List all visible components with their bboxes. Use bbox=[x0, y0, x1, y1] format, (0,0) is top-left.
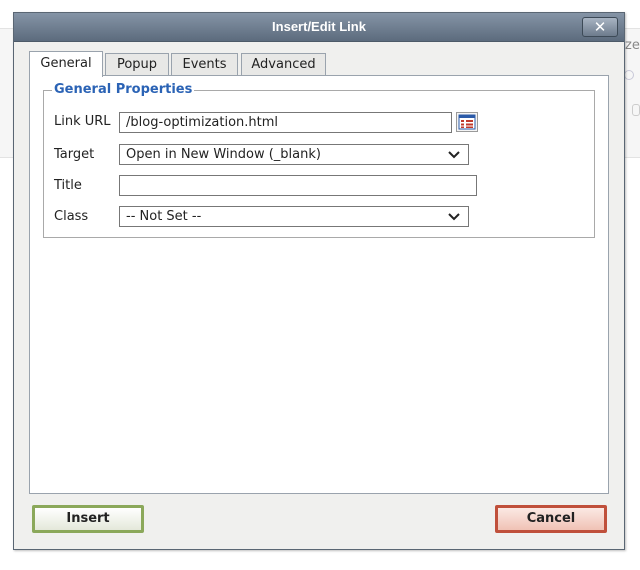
tab-events[interactable]: Events bbox=[171, 53, 238, 76]
browse-icon bbox=[458, 114, 476, 130]
tab-advanced[interactable]: Advanced bbox=[241, 53, 326, 76]
background-icon bbox=[624, 70, 634, 80]
target-select[interactable]: Open in New Window (_blank) bbox=[119, 144, 469, 165]
background-text: ze bbox=[625, 38, 640, 53]
general-tab-panel: General Properties Link URL /blog-optimi… bbox=[29, 75, 609, 494]
class-select-value: -- Not Set -- bbox=[126, 209, 202, 224]
class-select[interactable]: -- Not Set -- bbox=[119, 206, 469, 227]
target-select-value: Open in New Window (_blank) bbox=[126, 147, 321, 162]
title-label: Title bbox=[54, 178, 82, 193]
dialog-title: Insert/Edit Link bbox=[272, 19, 366, 34]
link-url-input[interactable]: /blog-optimization.html bbox=[119, 112, 452, 133]
target-label: Target bbox=[54, 147, 95, 162]
background-icon bbox=[632, 104, 640, 116]
general-properties-legend: General Properties bbox=[52, 82, 195, 97]
insert-edit-link-dialog: Insert/Edit Link ✕ General Popup Events … bbox=[13, 12, 625, 550]
chevron-down-icon bbox=[448, 151, 460, 159]
tab-general[interactable]: General bbox=[29, 51, 103, 77]
dialog-titlebar[interactable]: Insert/Edit Link ✕ bbox=[14, 13, 624, 42]
class-label: Class bbox=[54, 209, 89, 224]
chevron-down-icon bbox=[448, 213, 460, 221]
insert-button[interactable]: Insert bbox=[32, 505, 144, 533]
title-input[interactable] bbox=[119, 175, 477, 196]
link-url-label: Link URL bbox=[54, 114, 111, 129]
close-button[interactable]: ✕ bbox=[582, 17, 618, 37]
tab-popup[interactable]: Popup bbox=[105, 53, 169, 76]
close-icon: ✕ bbox=[593, 18, 607, 36]
cancel-button[interactable]: Cancel bbox=[495, 505, 607, 533]
general-properties-group: General Properties Link URL /blog-optimi… bbox=[43, 82, 595, 238]
browse-button[interactable] bbox=[456, 112, 478, 132]
